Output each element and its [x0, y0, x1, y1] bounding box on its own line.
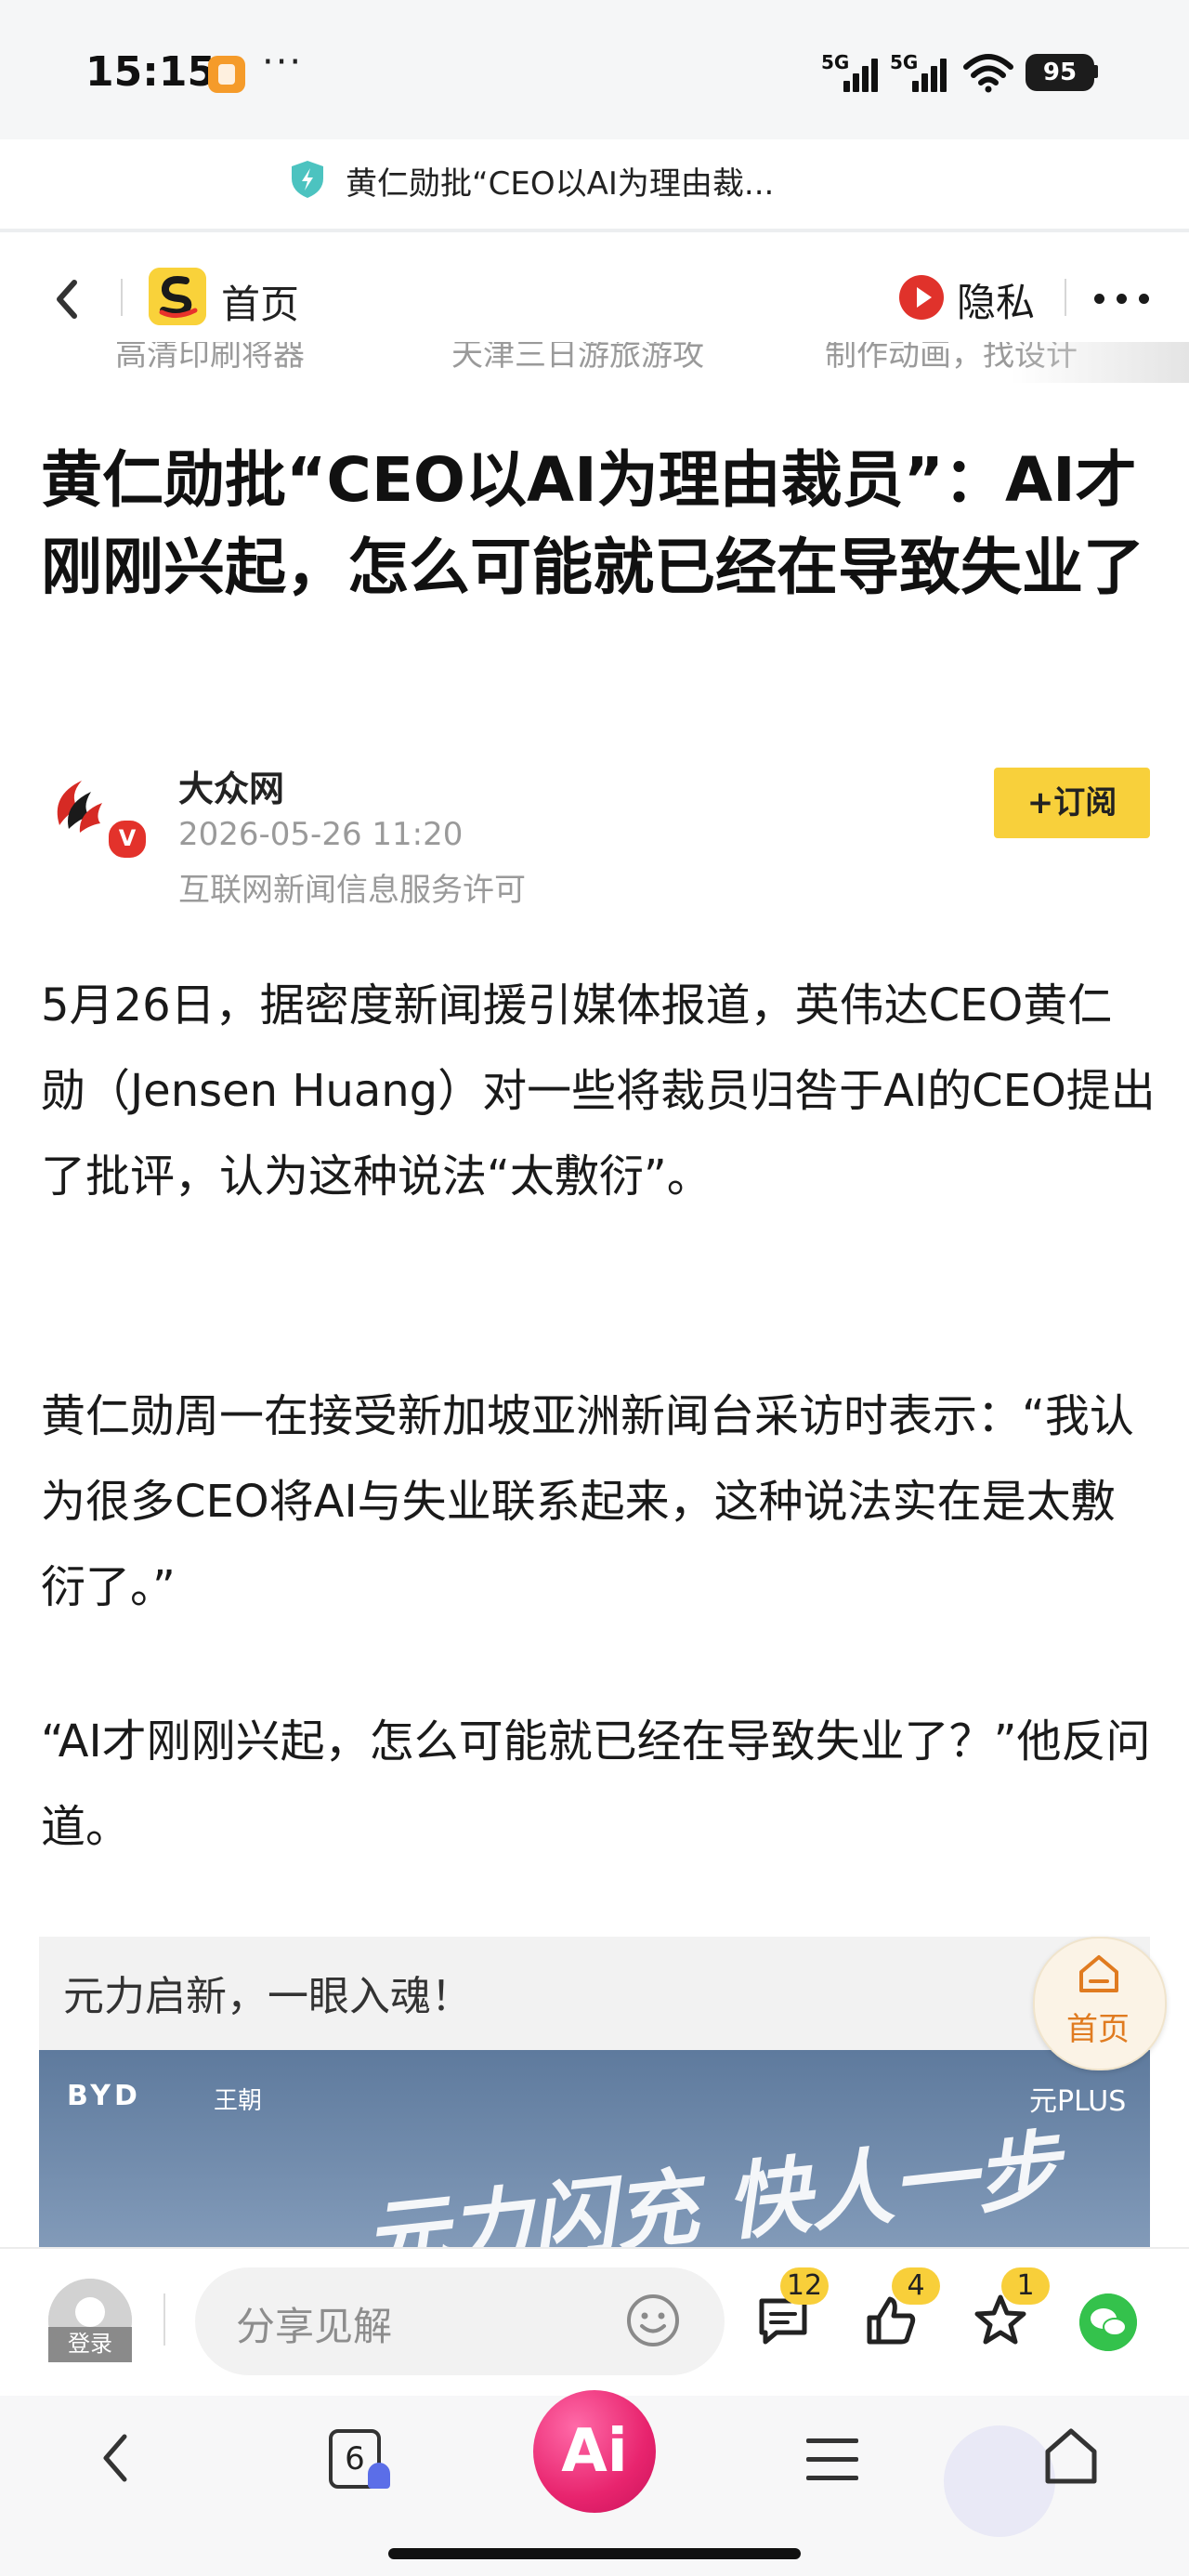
like-count-badge: 4	[892, 2267, 940, 2305]
share-input-placeholder[interactable]: 分享见解	[236, 2295, 392, 2352]
header-home-link[interactable]: 首页	[221, 273, 299, 330]
article-title: 黄仁勋批“CEO以AI为理由裁员”：AI才刚刚兴起，怎么可能就已经在导致失业了	[41, 444, 1144, 603]
article-paragraph: 黄仁勋周一在接受新加坡亚洲新闻台采访时表示：“我认为很多CEO将AI与失业联系起…	[41, 1390, 1134, 1613]
browser-home-icon[interactable]	[1042, 2425, 1100, 2487]
license-text: 互联网新闻信息服务许可	[178, 872, 526, 909]
wifi-icon	[963, 54, 1013, 93]
verified-badge: V	[106, 818, 149, 861]
article-paragraph: 5月26日，据密度新闻援引媒体报道，英伟达CEO黄仁勋（Jensen Huang…	[41, 979, 1156, 1203]
floating-home-label[interactable]: 首页	[1066, 2004, 1130, 2049]
more-options-icon[interactable]	[1094, 294, 1150, 305]
ad-sub-brand: 王朝	[214, 2087, 263, 2115]
author-name[interactable]: 大众网	[178, 760, 284, 811]
back-icon[interactable]	[45, 271, 91, 327]
wechat-share-icon[interactable]	[1079, 2293, 1137, 2351]
favorite-count-badge: 1	[1001, 2267, 1050, 2305]
menu-icon[interactable]	[806, 2435, 858, 2483]
more-notifications-icon: ···	[262, 41, 304, 84]
privacy-play-icon[interactable]	[899, 275, 944, 320]
comment-count-badge: 12	[780, 2267, 829, 2305]
app-notification-icon	[208, 56, 245, 93]
home-indicator[interactable]	[388, 2548, 801, 2559]
ai-assistant-button[interactable]: Ai	[533, 2390, 656, 2513]
login-label[interactable]: 登录	[48, 2327, 132, 2362]
signal-2-icon: 5G	[890, 51, 951, 92]
signal-2-label: 5G	[890, 51, 919, 73]
article-paragraph: “AI才刚刚兴起，怎么可能就已经在导致失业了？”他反问道。	[41, 1715, 1151, 1853]
ad-caption[interactable]: 元力启新，一眼入魂！	[63, 1963, 472, 2022]
privacy-link[interactable]: 隐私	[957, 271, 1035, 328]
status-time: 15:15	[85, 48, 216, 96]
header-separator	[1065, 279, 1066, 316]
ticker-item[interactable]: 天津三日游旅游攻	[451, 342, 704, 375]
browser-back-icon[interactable]	[97, 2425, 134, 2491]
incognito-ghost-icon	[368, 2463, 390, 2489]
header-separator	[121, 279, 123, 316]
url-page-title[interactable]: 黄仁勋批“CEO以AI为理由裁...	[346, 158, 774, 204]
ticker-fade	[1011, 342, 1189, 383]
signal-1-icon: 5G	[821, 51, 882, 92]
publish-date: 2026-05-26 11:20	[178, 816, 464, 853]
ad-brand-logo: BYD	[67, 2080, 141, 2112]
battery-indicator: 95	[1026, 54, 1094, 91]
home-icon[interactable]	[1078, 1953, 1120, 1994]
secure-shield-icon	[292, 161, 323, 198]
subscribe-button[interactable]: +订阅	[994, 768, 1150, 838]
battery-tip	[1094, 65, 1098, 78]
comment-bar-separator	[163, 2293, 165, 2346]
ticker-item[interactable]: 高清印刷将器	[115, 342, 305, 375]
mascot-decoration	[944, 2425, 1055, 2537]
app-logo-icon[interactable]	[149, 268, 206, 325]
toolbar-divider	[0, 229, 1189, 232]
signal-1-label: 5G	[821, 51, 850, 73]
emoji-icon[interactable]	[624, 2292, 682, 2349]
